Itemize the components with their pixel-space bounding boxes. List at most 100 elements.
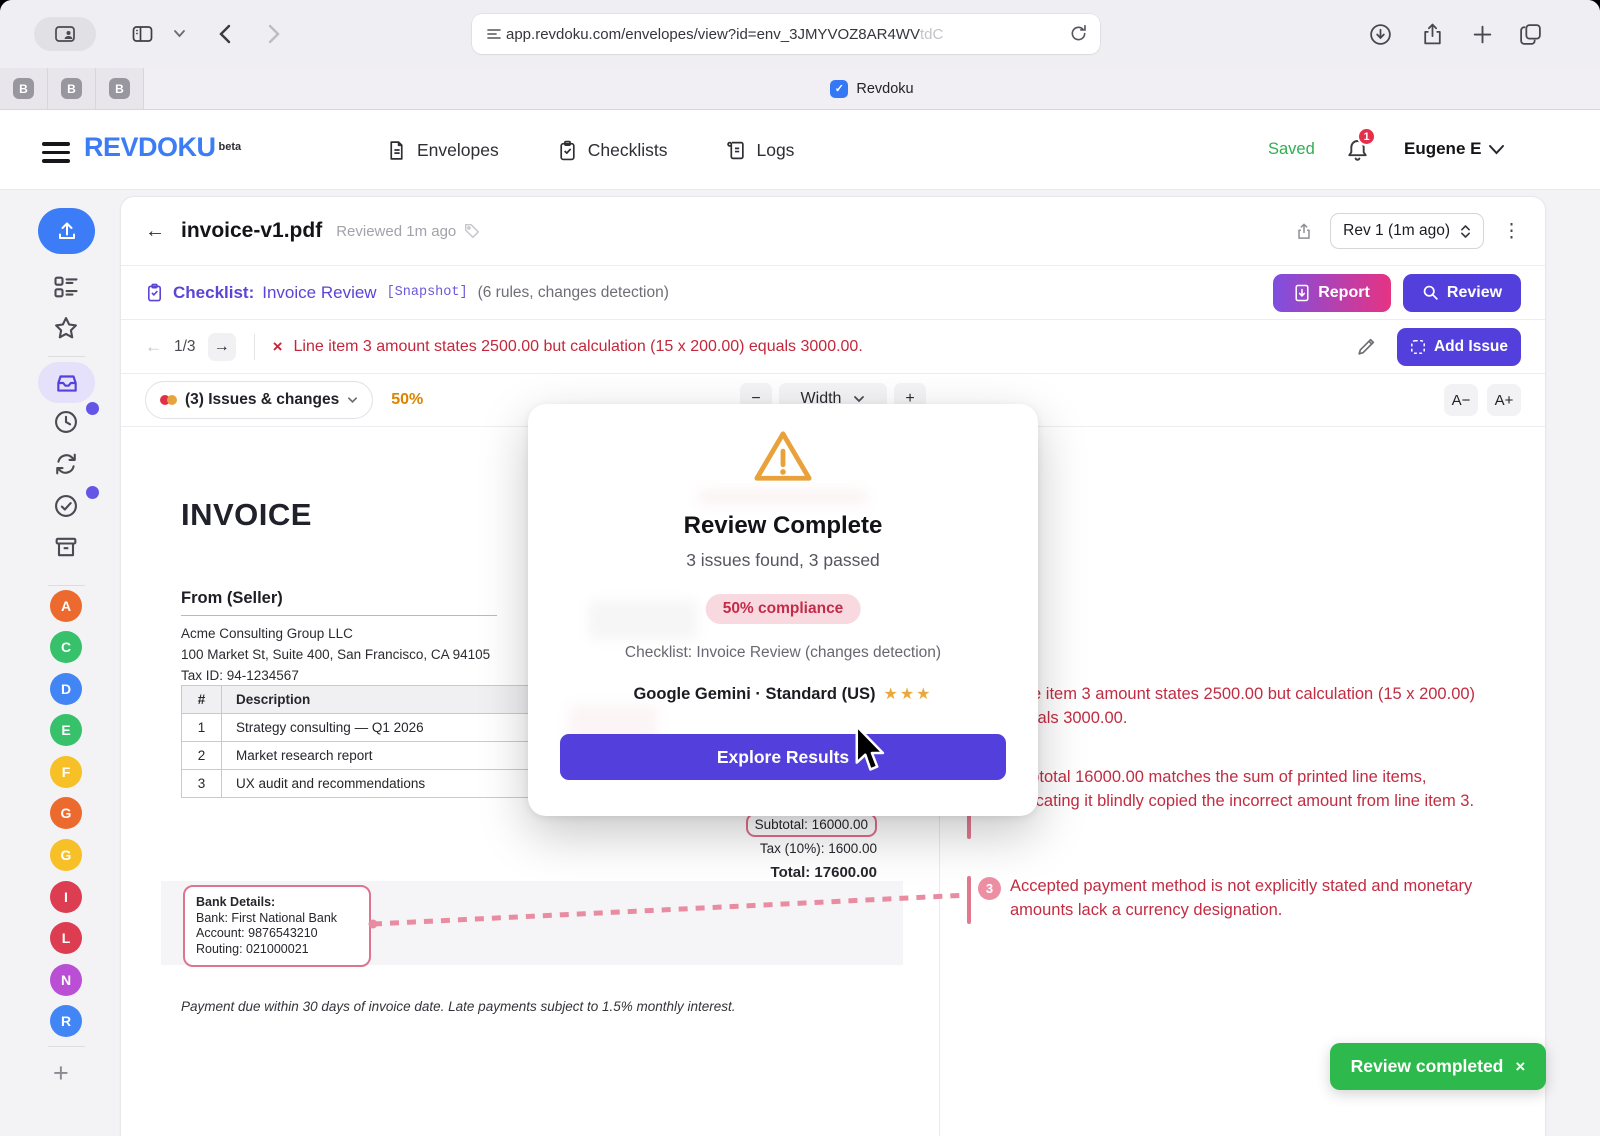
- profile-tab-button[interactable]: [34, 17, 96, 51]
- annotation-bar: [967, 876, 971, 924]
- tag-icon[interactable]: [463, 222, 481, 240]
- avatar[interactable]: A: [50, 590, 82, 622]
- toast-close-button[interactable]: ×: [1515, 1057, 1525, 1077]
- history-notification-dot: [86, 402, 99, 415]
- notifications-button[interactable]: 1: [1344, 136, 1371, 164]
- modal-title: Review Complete: [528, 512, 1038, 540]
- explore-results-button[interactable]: Explore Results: [560, 734, 1006, 780]
- checklist-meta: (6 rules, changes detection): [478, 284, 669, 302]
- pinned-tab-favicon: B: [61, 78, 82, 99]
- font-smaller-button[interactable]: A−: [1444, 384, 1478, 416]
- sidebar-item-favorites[interactable]: [52, 314, 80, 342]
- checklist-clipboard-icon: [145, 283, 164, 302]
- sidebar-item-history[interactable]: [52, 408, 80, 436]
- nav-envelopes[interactable]: Envelopes: [386, 140, 499, 161]
- user-chevron-icon[interactable]: [1488, 144, 1505, 155]
- review-complete-modal: Review Complete 3 issues found, 3 passed…: [528, 404, 1038, 816]
- prev-issue-button[interactable]: ←: [145, 337, 162, 357]
- document-header: ← invoice-v1.pdf Reviewed 1m ago Rev 1 (…: [121, 197, 1545, 265]
- sidebar-item-approvals[interactable]: [52, 492, 80, 520]
- sidebar-item-inbox-active[interactable]: [38, 362, 95, 403]
- pinned-tab-1[interactable]: B: [0, 68, 48, 109]
- pinned-tab-2[interactable]: B: [48, 68, 96, 109]
- issue-nav-bar: ← 1/3 → × Line item 3 amount states 2500…: [121, 319, 1545, 373]
- back-arrow-button[interactable]: ←: [145, 220, 165, 243]
- annotation-badge: 3: [978, 877, 1001, 900]
- star-icon: [52, 314, 80, 342]
- avatar[interactable]: E: [50, 714, 82, 746]
- app-logo[interactable]: REVDOKUbeta: [84, 132, 241, 163]
- subtotal-highlight: Subtotal: 16000.00: [746, 813, 877, 837]
- address-bar[interactable]: app.revdoku.com/envelopes/view?id=env_3J…: [472, 14, 1100, 54]
- sidebar-chevron-icon[interactable]: [173, 29, 186, 38]
- snapshot-tag: [Snapshot]: [387, 285, 468, 300]
- sidebar-divider: [48, 1046, 85, 1047]
- main-nav: Envelopes Checklists Logs: [386, 110, 794, 190]
- approvals-notification-dot: [86, 486, 99, 499]
- checklist-name-link[interactable]: Invoice Review: [262, 283, 376, 303]
- logs-scroll-icon: [725, 140, 746, 161]
- upload-button[interactable]: [38, 208, 95, 254]
- next-issue-button[interactable]: →: [208, 333, 236, 361]
- issue-x-icon: ×: [273, 337, 283, 357]
- annotation-text[interactable]: Line item 3 amount states 2500.00 but ca…: [1010, 682, 1480, 730]
- user-menu[interactable]: Eugene E: [1404, 139, 1481, 159]
- annotation-text[interactable]: Subtotal 16000.00 matches the sum of pri…: [1010, 765, 1480, 813]
- reload-icon[interactable]: [1069, 24, 1088, 43]
- add-member-button[interactable]: +: [53, 1058, 69, 1089]
- invoice-title: INVOICE: [181, 497, 312, 533]
- status-dots-icon: [160, 395, 177, 405]
- tab-title: Revdoku: [856, 81, 913, 97]
- warning-triangle-icon: [752, 428, 814, 486]
- avatar[interactable]: D: [50, 673, 82, 705]
- avatar[interactable]: F: [50, 756, 82, 788]
- annotation-text[interactable]: Accepted payment method is not explicitl…: [1010, 874, 1480, 922]
- issue-position: 1/3: [174, 338, 196, 356]
- forward-button[interactable]: [262, 22, 284, 46]
- avatar[interactable]: G: [50, 797, 82, 829]
- nav-checklists[interactable]: Checklists: [557, 140, 668, 161]
- more-menu-button[interactable]: ⋮: [1502, 220, 1521, 243]
- bank-details-highlight[interactable]: Bank Details: Bank: First National Bank …: [183, 885, 371, 967]
- tax-line: Tax (10%): 1600.00: [581, 837, 877, 861]
- reader-icon[interactable]: [485, 25, 503, 43]
- sidebar-item-archive[interactable]: [52, 533, 80, 561]
- avatar[interactable]: C: [50, 631, 82, 663]
- export-icon[interactable]: [1294, 221, 1314, 242]
- add-issue-button[interactable]: Add Issue: [1397, 328, 1521, 366]
- clock-icon: [52, 408, 80, 436]
- sidebar-item-sync[interactable]: [52, 450, 80, 478]
- downloads-button[interactable]: [1368, 22, 1393, 47]
- report-button[interactable]: Report: [1273, 274, 1391, 312]
- tab-overview-button[interactable]: [1518, 22, 1543, 47]
- avatar[interactable]: N: [50, 964, 82, 996]
- sidebar-divider: [48, 585, 85, 586]
- invoice-footer-note: Payment due within 30 days of invoice da…: [181, 999, 736, 1014]
- revision-select[interactable]: Rev 1 (1m ago): [1330, 213, 1484, 249]
- menu-button[interactable]: [42, 137, 70, 168]
- divider: [254, 334, 255, 360]
- share-button[interactable]: [1420, 21, 1445, 47]
- review-button[interactable]: Review: [1403, 274, 1521, 312]
- avatar[interactable]: I: [50, 881, 82, 913]
- new-tab-button[interactable]: [1470, 22, 1495, 47]
- active-tab[interactable]: ✓ Revdoku: [144, 68, 1600, 109]
- tab-bar: B B B ✓ Revdoku: [0, 68, 1600, 110]
- upload-icon: [55, 219, 79, 243]
- edit-pencil-icon[interactable]: [1356, 336, 1377, 357]
- reviewed-timestamp: Reviewed 1m ago: [336, 223, 456, 240]
- sidebar-item-dashboard[interactable]: [52, 273, 80, 301]
- mouse-cursor: [848, 724, 886, 774]
- sidebar-toggle-button[interactable]: [130, 22, 155, 46]
- issue-message: Line item 3 amount states 2500.00 but ca…: [294, 338, 863, 356]
- avatar[interactable]: L: [50, 922, 82, 954]
- nav-logs[interactable]: Logs: [725, 140, 794, 161]
- sync-icon: [52, 450, 80, 478]
- avatar[interactable]: G: [50, 839, 82, 871]
- back-button[interactable]: [215, 22, 237, 46]
- pinned-tab-3[interactable]: B: [96, 68, 144, 109]
- font-larger-button[interactable]: A+: [1487, 384, 1521, 416]
- chevron-down-icon: [347, 396, 358, 404]
- issues-filter-dropdown[interactable]: (3) Issues & changes: [145, 381, 373, 419]
- avatar[interactable]: R: [50, 1005, 82, 1037]
